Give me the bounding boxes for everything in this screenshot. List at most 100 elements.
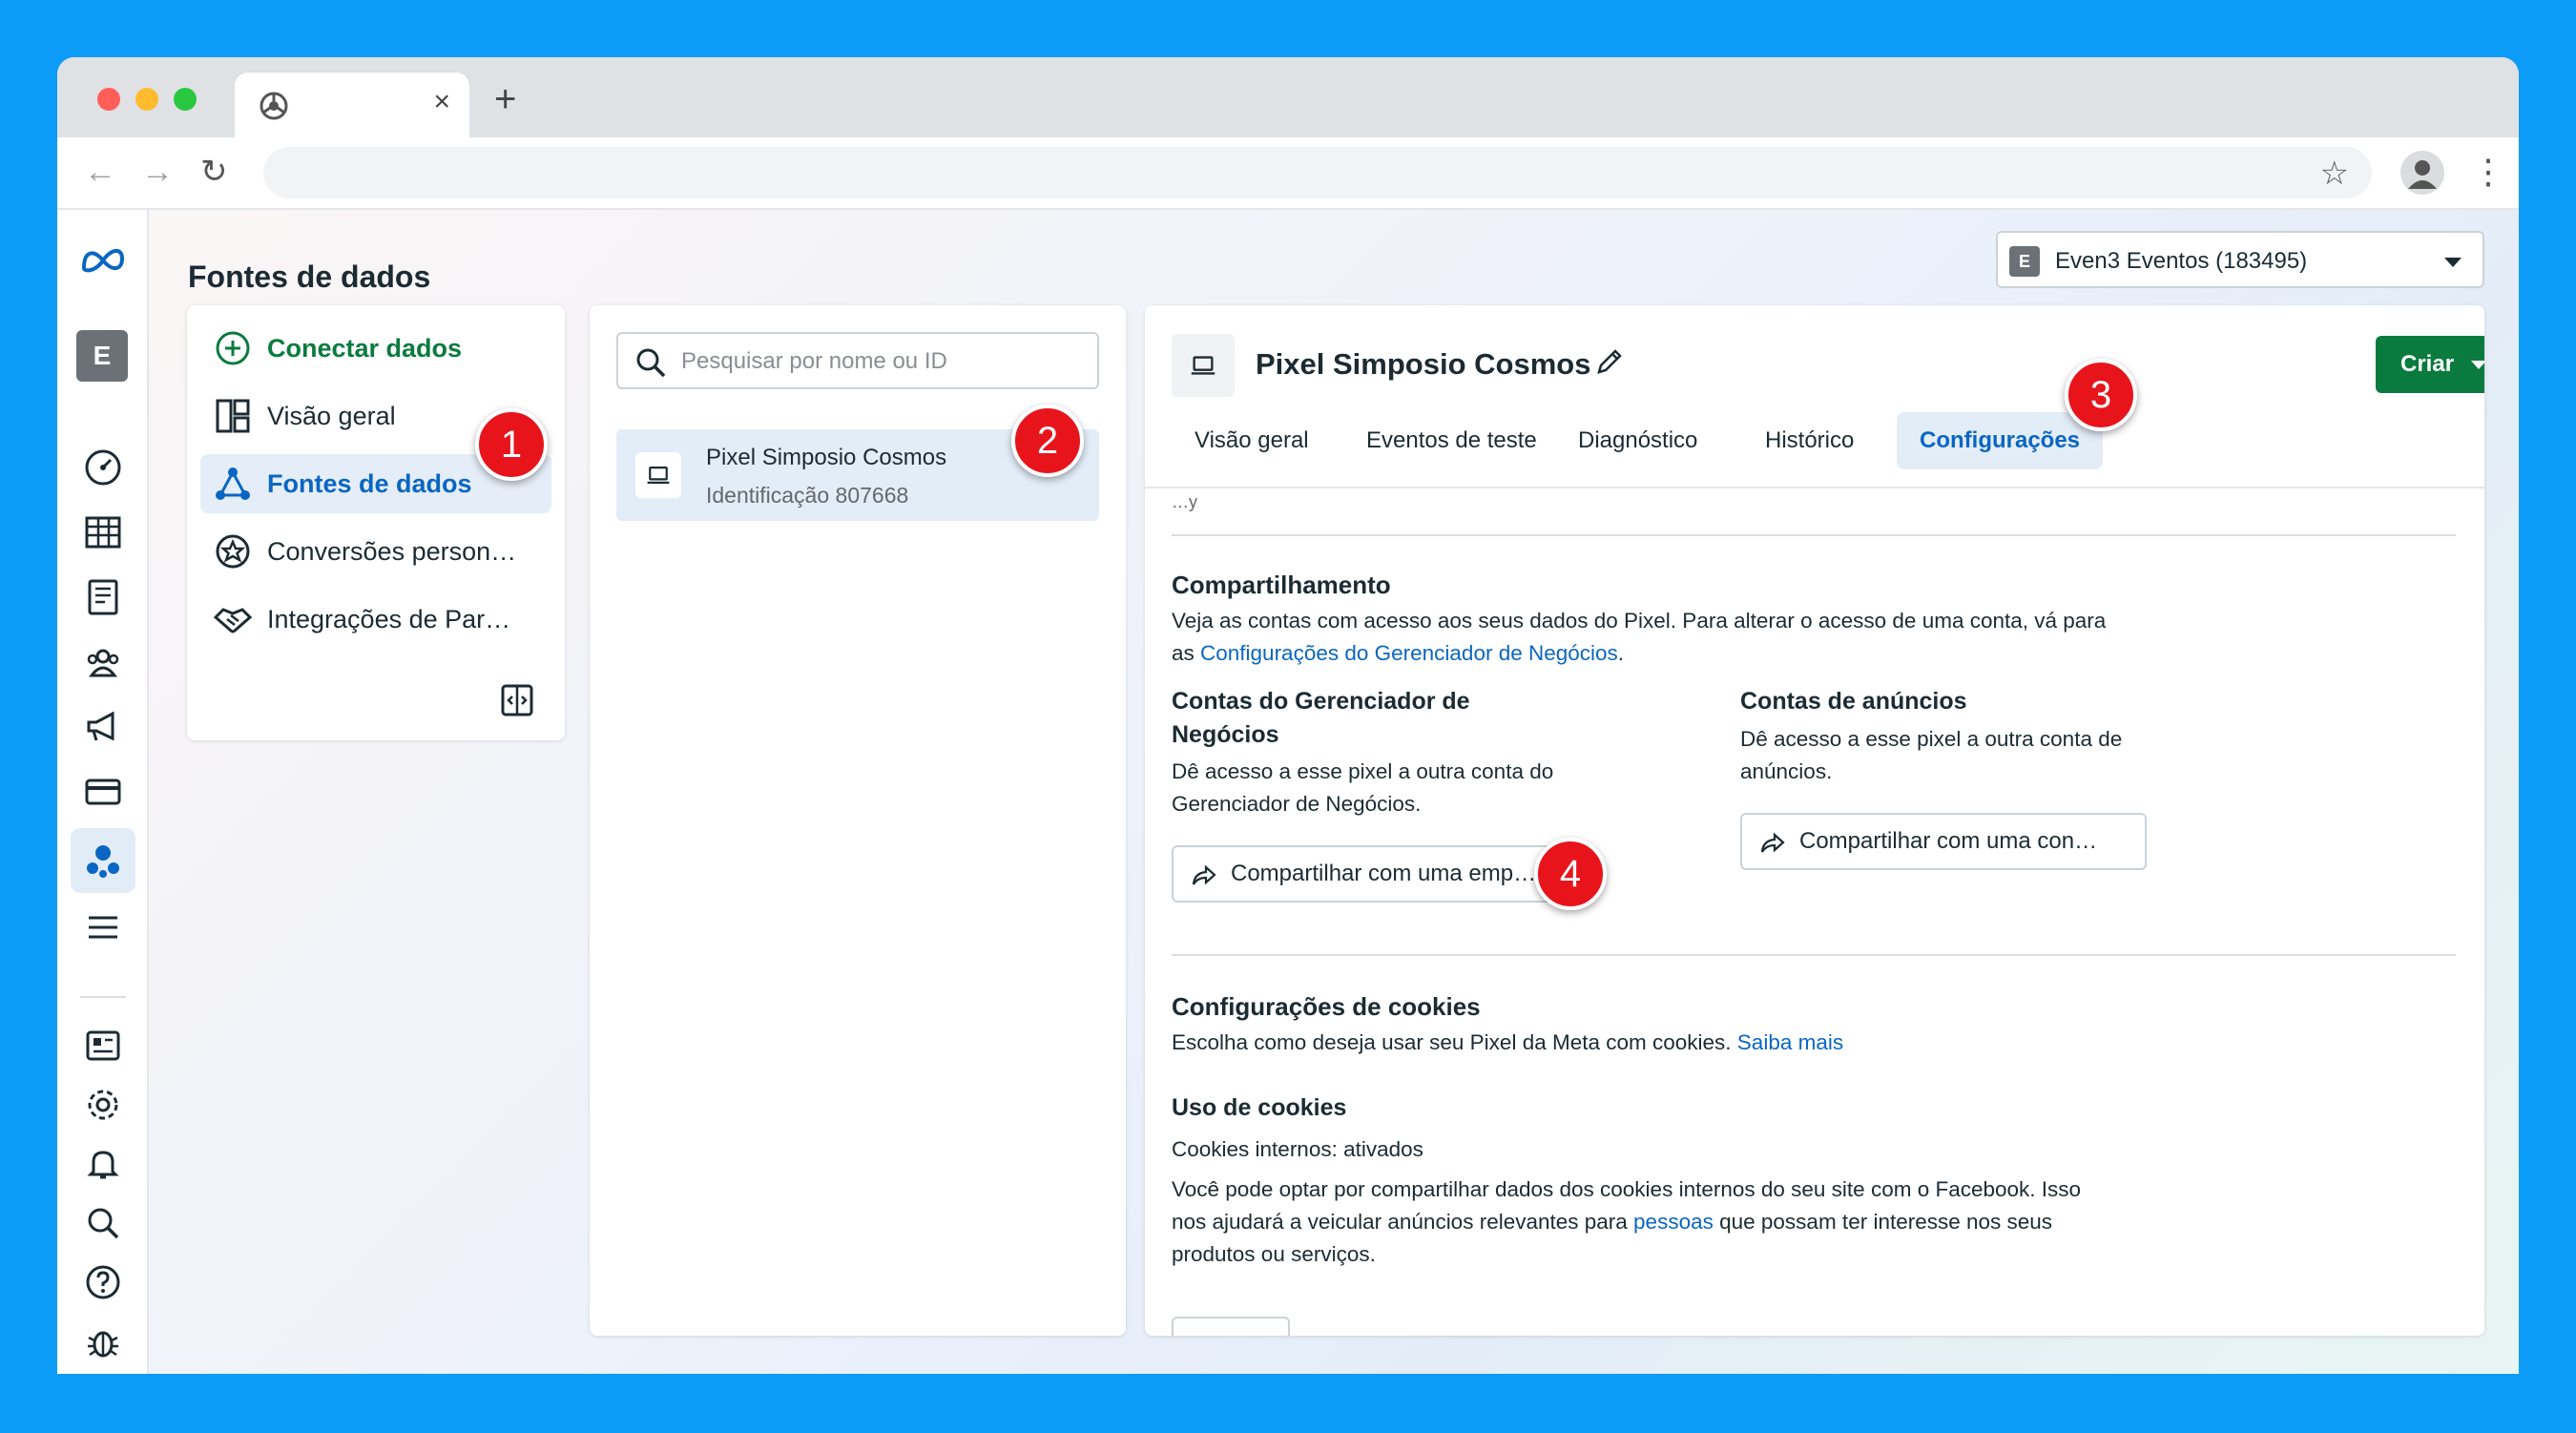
ad-accounts-description: Dê acesso a esse pixel a outra conta de … — [1740, 723, 2122, 788]
chevron-down-icon — [2471, 361, 2484, 369]
cookie-toggle-button[interactable] — [1172, 1317, 1290, 1336]
share-ad-account-button[interactable]: Compartilhar com uma con… — [1740, 813, 2147, 870]
list-item-title: Pixel Simposio Cosmos — [706, 445, 947, 470]
sidebar-item-label: Conversões person… — [267, 536, 517, 566]
page-title: Fontes de dados — [188, 260, 431, 294]
data-sources-icon — [212, 463, 254, 505]
cookie-description: Você pode optar por compartilhar dados d… — [1172, 1173, 2081, 1271]
profile-avatar-icon[interactable] — [2400, 151, 2444, 195]
title-line: Negócios — [1172, 721, 1279, 748]
ads-megaphone-icon[interactable] — [80, 704, 126, 750]
table-icon[interactable] — [80, 509, 126, 555]
tab-settings[interactable]: Configurações — [1897, 412, 2104, 469]
tab-test-events[interactable]: Eventos de teste — [1343, 412, 1560, 469]
account-selector[interactable]: E Even3 Eventos (183495) — [1996, 231, 2484, 288]
plus-circle-icon — [212, 327, 254, 369]
bookmark-star-icon[interactable]: ☆ — [2320, 155, 2349, 193]
new-tab-icon[interactable]: + — [494, 80, 516, 118]
text-fragment: que possam ter interesse nos seus — [1713, 1210, 2053, 1234]
description-line: anúncios. — [1740, 759, 1833, 783]
sharing-description-line: Veja as contas com acesso aos seus dados… — [1172, 609, 2107, 633]
business-settings-link[interactable]: Configurações do Gerenciador de Negócios — [1200, 641, 1618, 665]
cookie-status: Cookies internos: ativados — [1172, 1137, 1423, 1161]
description-line: Gerenciador de Negócios. — [1172, 792, 1422, 816]
notifications-bell-icon[interactable] — [80, 1141, 126, 1187]
edit-pencil-icon[interactable] — [1593, 345, 1626, 378]
search-input[interactable] — [681, 345, 1082, 378]
catalog-icon[interactable] — [80, 574, 126, 620]
search-icon[interactable] — [80, 1200, 126, 1246]
browser-tab[interactable]: × — [235, 73, 469, 137]
close-window-icon[interactable] — [97, 88, 120, 111]
laptop-icon — [635, 452, 681, 498]
tab-overview[interactable]: Visão geral — [1172, 412, 1332, 469]
share-arrow-icon — [1192, 864, 1216, 885]
help-icon[interactable] — [80, 1259, 126, 1305]
cookie-settings-title: Configurações de cookies — [1172, 992, 1481, 1021]
text-fragment: . — [1617, 641, 1625, 665]
browser-tab-strip: × + — [57, 57, 2519, 137]
audience-icon[interactable] — [80, 639, 126, 685]
list-item-subtitle: Identificação 807668 — [706, 483, 909, 508]
events-manager-icon[interactable] — [80, 838, 126, 883]
forward-icon[interactable]: → — [141, 151, 174, 193]
back-icon[interactable]: ← — [84, 151, 116, 193]
sharing-title: Compartilhamento — [1172, 571, 1391, 599]
sharing-description: Veja as contas com acesso aos seus dados… — [1172, 605, 2106, 670]
description-line: Você pode optar por compartilhar dados d… — [1172, 1177, 2082, 1201]
search-box — [616, 332, 1099, 389]
dashboard-icon[interactable] — [80, 445, 126, 490]
sidebar-item-label: Conectar dados — [267, 333, 463, 363]
share-button-label: Compartilhar com uma con… — [1799, 828, 2098, 854]
account-badge: E — [2009, 246, 2040, 277]
close-tab-icon[interactable]: × — [433, 86, 450, 118]
menu-icon[interactable] — [80, 904, 126, 950]
tab-diagnostics[interactable]: Diagnóstico — [1555, 412, 1720, 469]
create-button-label: Criar — [2400, 351, 2455, 377]
step-marker-4: 4 — [1534, 838, 1607, 910]
sidebar-item-partner-integrations[interactable]: Integrações de Par… — [200, 590, 551, 649]
minimize-window-icon[interactable] — [135, 88, 158, 111]
reload-icon[interactable]: ↻ — [200, 151, 228, 193]
share-arrow-icon — [1760, 832, 1785, 853]
share-business-button[interactable]: Compartilhar com uma emp… — [1172, 845, 1578, 903]
account-name: Even3 Eventos (183495) — [2055, 248, 2308, 274]
collapse-sidebar-icon[interactable] — [498, 681, 536, 719]
sidebar-item-label: Integrações de Par… — [267, 604, 511, 633]
text-fragment: as — [1172, 641, 1201, 665]
sidebar-nav: Conectar dados Visão geral Fontes de dad… — [187, 305, 565, 740]
maximize-window-icon[interactable] — [174, 88, 197, 111]
billing-card-icon[interactable] — [80, 769, 126, 815]
step-marker-1: 1 — [475, 408, 548, 481]
people-link[interactable]: pessoas — [1633, 1210, 1714, 1234]
address-bar[interactable]: ☆ — [263, 147, 2372, 198]
chevron-down-icon — [2444, 258, 2462, 267]
ad-accounts-title: Contas de anúncios — [1740, 688, 1967, 715]
meta-logo-icon[interactable] — [80, 237, 126, 282]
rail-divider — [80, 996, 126, 998]
description-line: produtos ou serviços. — [1172, 1242, 1376, 1266]
sidebar-item-custom-conversions[interactable]: Conversões person… — [200, 522, 551, 581]
browser-toolbar: ← → ↻ ☆ ⋮ — [57, 137, 2519, 210]
cutoff-text: …y — [1172, 492, 1197, 511]
tab-history[interactable]: Histórico — [1742, 412, 1877, 469]
browser-window: × + ← → ↻ ☆ ⋮ E Fontes de dados E Even3 … — [57, 57, 2519, 1374]
pages-icon[interactable] — [80, 1023, 126, 1069]
description-line: Dê acesso a esse pixel a outra conta de — [1740, 727, 2123, 751]
learn-more-link[interactable]: Saiba mais — [1737, 1030, 1843, 1054]
text-fragment: nos ajudará a veicular anúncios relevant… — [1172, 1210, 1634, 1234]
share-button-label: Compartilhar com uma emp… — [1231, 861, 1537, 886]
bug-icon[interactable] — [80, 1319, 126, 1364]
search-icon — [636, 348, 666, 378]
step-marker-3: 3 — [2065, 359, 2137, 431]
business-avatar[interactable]: E — [76, 330, 128, 382]
section-divider — [1172, 954, 2456, 956]
sidebar-item-connect-data[interactable]: Conectar dados — [200, 319, 551, 378]
sidebar-item-label: Fontes de dados — [267, 468, 472, 498]
browser-menu-icon[interactable]: ⋮ — [2471, 147, 2505, 197]
step-marker-2: 2 — [1011, 405, 1084, 477]
description-line: nos ajudará a veicular anúncios relevant… — [1172, 1206, 2081, 1238]
settings-gear-icon[interactable] — [80, 1082, 126, 1128]
pixel-detail-panel: Pixel Simposio Cosmos Criar Visão geral … — [1145, 305, 2484, 1336]
create-button[interactable]: Criar — [2376, 336, 2484, 393]
